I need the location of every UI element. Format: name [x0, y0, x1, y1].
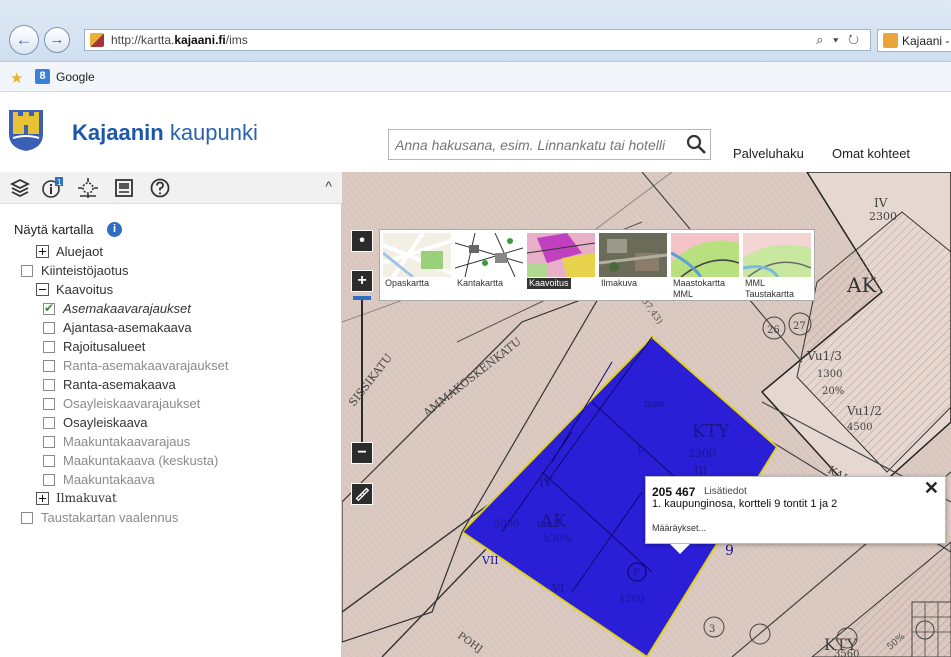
zone-label-kty: KTY — [692, 421, 730, 442]
checkbox[interactable] — [43, 417, 55, 429]
layer-panel: 1 ^ Näytä kartalla i Aluejaot Kiinteistö… — [0, 172, 342, 657]
kajaani-crest-logo[interactable] — [8, 108, 44, 152]
svg-text:ma-7: ma-7 — [537, 519, 562, 530]
tree-title: Näytä kartalla — [14, 222, 94, 237]
zoom-slider-track[interactable] — [361, 300, 363, 450]
checkbox[interactable] — [43, 379, 55, 391]
collapse-panel-button[interactable]: ^ — [325, 178, 332, 194]
svg-text:Vu1/2: Vu1/2 — [846, 404, 882, 418]
svg-text:2300: 2300 — [869, 210, 897, 223]
omat-kohteet-link[interactable]: Omat kohteet — [832, 146, 910, 161]
svg-text:27: 27 — [793, 321, 806, 332]
favorite-google-link[interactable]: Google — [56, 70, 95, 84]
url-text: http://kartta.kajaani.fi/ims — [111, 33, 248, 47]
layer-caption: MML Taustakartta — [745, 278, 795, 299]
site-favicon-icon — [90, 33, 104, 47]
feature-info-popup: ✕ 205 467 Lisätiedot 1. kaupunginosa, ko… — [645, 476, 946, 554]
info-icon[interactable]: 1 — [40, 176, 64, 200]
tab-label: Kajaani - — [902, 34, 950, 48]
checkbox[interactable] — [21, 512, 33, 524]
palveluhaku-link[interactable]: Palveluhaku — [733, 146, 804, 161]
favorites-star-icon[interactable]: ★ — [10, 69, 23, 87]
checkbox[interactable] — [43, 322, 55, 334]
back-arrow-icon[interactable]: ← — [9, 25, 39, 55]
svg-text:IV: IV — [874, 196, 888, 210]
map-view[interactable]: AMMAKOSKENKATU SISSIKATU KAU POHJ KTY KT… — [342, 172, 951, 657]
browser-tab[interactable]: Kajaani - — [877, 29, 951, 52]
search-input[interactable] — [389, 130, 685, 159]
locate-icon[interactable] — [76, 176, 100, 200]
svg-text:Vu1/3: Vu1/3 — [806, 349, 842, 363]
checkbox[interactable] — [21, 265, 33, 277]
svg-text:20%: 20% — [822, 386, 844, 397]
parcel-id: 205 467 — [652, 485, 696, 499]
expand-plus-icon[interactable] — [36, 492, 49, 505]
checkbox[interactable] — [43, 455, 55, 467]
base-layer-kaavoitus[interactable]: Kaavoitus — [526, 232, 596, 298]
svg-text:mav: mav — [644, 399, 665, 410]
base-layer-opaskartta[interactable]: Opaskartta — [382, 232, 452, 298]
map-print-icon[interactable] — [112, 176, 136, 200]
zone-label-ak: AK — [846, 273, 877, 297]
svg-text:26: 26 — [767, 325, 780, 336]
zoom-out-button[interactable]: − — [351, 442, 373, 464]
svg-text:IV: IV — [539, 476, 553, 490]
brand-title[interactable]: Kajaanin kaupunki — [72, 120, 258, 146]
svg-text:1200: 1200 — [619, 594, 644, 605]
base-layer-maastokartta-mml[interactable]: Maastokartta MML — [670, 232, 740, 299]
base-layer-kantakartta[interactable]: Kantakartta — [454, 232, 524, 298]
layers-icon[interactable] — [8, 176, 32, 200]
svg-text:p: p — [638, 444, 644, 455]
zoom-in-button[interactable]: + — [351, 270, 373, 292]
checkbox[interactable] — [43, 398, 55, 410]
browser-toolbar: ← → http://kartta.kajaani.fi/ims ⌕ ▾ ↻ K… — [0, 0, 951, 62]
forward-arrow-icon[interactable]: → — [44, 27, 70, 53]
checkbox[interactable] — [43, 474, 55, 486]
checkbox-checked[interactable] — [43, 301, 55, 315]
base-layer-selector: Opaskartta Kantakartta Kaavoitus Ilmakuv… — [379, 229, 815, 301]
locate-button[interactable]: • — [351, 230, 373, 252]
svg-text:1300: 1300 — [817, 369, 842, 380]
panel-tabs: 1 ^ — [0, 172, 342, 204]
svg-text:9: 9 — [725, 543, 734, 559]
base-layer-ilmakuva[interactable]: Ilmakuva — [598, 232, 668, 298]
layer-caption: Maastokartta MML — [673, 278, 726, 299]
maaraykset-link[interactable]: Määräykset... — [652, 523, 706, 533]
svg-text:VI: VI — [551, 582, 564, 595]
tab-favicon-icon — [883, 33, 898, 48]
svg-text:k30%: k30% — [544, 534, 572, 545]
svg-text:P: P — [633, 568, 640, 579]
svg-text:4500: 4500 — [847, 422, 872, 433]
search-icon[interactable] — [685, 133, 707, 155]
google-icon[interactable]: 8 — [35, 69, 50, 84]
svg-text:5000: 5000 — [494, 519, 519, 530]
checkbox[interactable] — [43, 341, 55, 353]
parcel-description: 1. kaupunginosa, kortteli 9 tontit 1 ja … — [652, 498, 838, 510]
checkbox[interactable] — [43, 360, 55, 372]
favorites-bar: ★ 8 Google — [0, 62, 951, 92]
lisatiedot-link[interactable]: Lisätiedot — [704, 486, 747, 497]
svg-text:1: 1 — [57, 178, 62, 187]
zoom-slider-handle[interactable] — [353, 296, 371, 300]
svg-text:3560: 3560 — [834, 649, 859, 657]
svg-text:VII: VII — [481, 554, 499, 567]
svg-text:3: 3 — [709, 624, 715, 635]
svg-text:2300: 2300 — [688, 447, 716, 460]
search-box — [388, 129, 711, 160]
checkbox[interactable] — [43, 436, 55, 448]
address-tools-icon[interactable]: ⌕ ▾ ↻ — [816, 32, 862, 48]
collapse-minus-icon[interactable] — [36, 283, 49, 296]
base-layer-mml-taustakartta[interactable]: MML Taustakartta — [742, 232, 812, 299]
help-icon[interactable] — [148, 176, 172, 200]
expand-plus-icon[interactable] — [36, 245, 49, 258]
address-bar[interactable]: http://kartta.kajaani.fi/ims ⌕ ▾ ↻ — [84, 29, 871, 51]
ruler-icon[interactable] — [351, 483, 373, 505]
app-header: Kajaanin kaupunki Palveluhaku Omat kohte… — [0, 92, 951, 172]
info-circle-icon[interactable]: i — [107, 222, 122, 237]
close-icon[interactable]: ✕ — [924, 478, 939, 499]
